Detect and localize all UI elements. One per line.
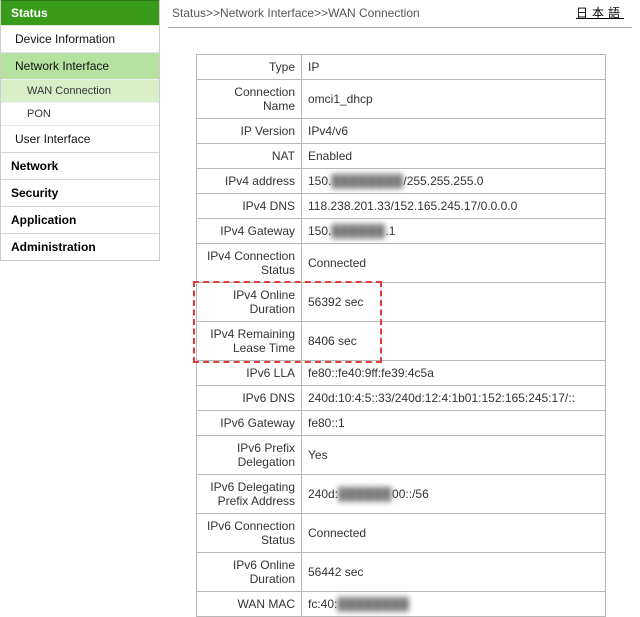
label-wan-mac: WAN MAC	[197, 592, 302, 617]
row-type: Type IP	[197, 55, 606, 80]
value-ip-version: IPv4/v6	[302, 119, 606, 144]
value-ipv6-prefix-delegation: Yes	[302, 436, 606, 475]
row-ipv6-delegating-prefix-address: IPv6 Delegating Prefix Address 240d:████…	[197, 475, 606, 514]
row-ipv4-gateway: IPv4 Gateway 150.██████.1	[197, 219, 606, 244]
value-ipv6-dns: 240d:10:4:5::33/240d:12:4:1b01:152:165:2…	[302, 386, 606, 411]
row-wan-mac: WAN MAC fc:40:████████	[197, 592, 606, 617]
value-type: IP	[302, 55, 606, 80]
redacted: ████████	[331, 174, 403, 188]
sidebar-item-pon[interactable]: PON	[1, 102, 159, 125]
label-type: Type	[197, 55, 302, 80]
value-ipv4-remaining-lease-time: 8406 sec	[302, 322, 606, 361]
value-ipv4-gateway: 150.██████.1	[302, 219, 606, 244]
sidebar-group-administration[interactable]: Administration	[1, 233, 159, 260]
sidebar-group-network[interactable]: Network	[1, 152, 159, 179]
language-link[interactable]: 日本語	[576, 4, 628, 21]
row-ip-version: IP Version IPv4/v6	[197, 119, 606, 144]
sidebar-group-security[interactable]: Security	[1, 179, 159, 206]
redacted: ████████	[337, 597, 409, 611]
value-ipv4-address: 150.████████/255.255.255.0	[302, 169, 606, 194]
redacted: ██████	[338, 487, 392, 501]
sidebar: Status Device Information Network Interf…	[0, 0, 160, 261]
value-ipv4-online-duration: 56392 sec	[302, 283, 606, 322]
row-ipv6-gateway: IPv6 Gateway fe80::1	[197, 411, 606, 436]
value-nat: Enabled	[302, 144, 606, 169]
label-ip-version: IP Version	[197, 119, 302, 144]
label-ipv6-delegating-prefix-address: IPv6 Delegating Prefix Address	[197, 475, 302, 514]
label-ipv6-lla: IPv6 LLA	[197, 361, 302, 386]
label-ipv4-remaining-lease-time: IPv4 Remaining Lease Time	[197, 322, 302, 361]
label-ipv6-prefix-delegation: IPv6 Prefix Delegation	[197, 436, 302, 475]
sidebar-group-application[interactable]: Application	[1, 206, 159, 233]
row-ipv4-online-duration: IPv4 Online Duration 56392 sec	[197, 283, 606, 322]
label-ipv4-address: IPv4 address	[197, 169, 302, 194]
label-ipv6-gateway: IPv6 Gateway	[197, 411, 302, 436]
value-ipv6-connection-status: Connected	[302, 514, 606, 553]
value-ipv6-online-duration: 56442 sec	[302, 553, 606, 592]
label-ipv6-connection-status: IPv6 Connection Status	[197, 514, 302, 553]
row-ipv6-dns: IPv6 DNS 240d:10:4:5::33/240d:12:4:1b01:…	[197, 386, 606, 411]
value-ipv6-lla: fe80::fe40:9ff:fe39:4c5a	[302, 361, 606, 386]
row-ipv6-online-duration: IPv6 Online Duration 56442 sec	[197, 553, 606, 592]
wan-connection-table: Type IP Connection Name omci1_dhcp IP Ve…	[196, 54, 606, 617]
value-ipv4-connection-status: Connected	[302, 244, 606, 283]
breadcrumb: Status>>Network Interface>>WAN Connectio…	[172, 6, 420, 20]
label-ipv6-online-duration: IPv6 Online Duration	[197, 553, 302, 592]
row-ipv6-prefix-delegation: IPv6 Prefix Delegation Yes	[197, 436, 606, 475]
sidebar-header-status[interactable]: Status	[1, 0, 159, 25]
label-ipv6-dns: IPv6 DNS	[197, 386, 302, 411]
row-ipv4-connection-status: IPv4 Connection Status Connected	[197, 244, 606, 283]
sidebar-item-user-interface[interactable]: User Interface	[1, 125, 159, 152]
label-nat: NAT	[197, 144, 302, 169]
sidebar-item-network-interface[interactable]: Network Interface	[1, 52, 159, 79]
sidebar-item-wan-connection[interactable]: WAN Connection	[1, 79, 159, 102]
value-wan-mac: fc:40:████████	[302, 592, 606, 617]
row-connection-name: Connection Name omci1_dhcp	[197, 80, 606, 119]
sidebar-item-device-information[interactable]: Device Information	[1, 25, 159, 52]
label-ipv4-connection-status: IPv4 Connection Status	[197, 244, 302, 283]
value-ipv6-gateway: fe80::1	[302, 411, 606, 436]
row-nat: NAT Enabled	[197, 144, 606, 169]
row-ipv4-dns: IPv4 DNS 118.238.201.33/152.165.245.17/0…	[197, 194, 606, 219]
row-ipv4-address: IPv4 address 150.████████/255.255.255.0	[197, 169, 606, 194]
value-connection-name: omci1_dhcp	[302, 80, 606, 119]
label-ipv4-online-duration: IPv4 Online Duration	[197, 283, 302, 322]
value-ipv4-dns: 118.238.201.33/152.165.245.17/0.0.0.0	[302, 194, 606, 219]
row-ipv4-remaining-lease-time: IPv4 Remaining Lease Time 8406 sec	[197, 322, 606, 361]
main-content: Status>>Network Interface>>WAN Connectio…	[160, 0, 640, 617]
label-connection-name: Connection Name	[197, 80, 302, 119]
value-ipv6-delegating-prefix-address: 240d:██████00::/56	[302, 475, 606, 514]
redacted: ██████	[331, 224, 385, 238]
row-ipv6-connection-status: IPv6 Connection Status Connected	[197, 514, 606, 553]
label-ipv4-dns: IPv4 DNS	[197, 194, 302, 219]
row-ipv6-lla: IPv6 LLA fe80::fe40:9ff:fe39:4c5a	[197, 361, 606, 386]
label-ipv4-gateway: IPv4 Gateway	[197, 219, 302, 244]
